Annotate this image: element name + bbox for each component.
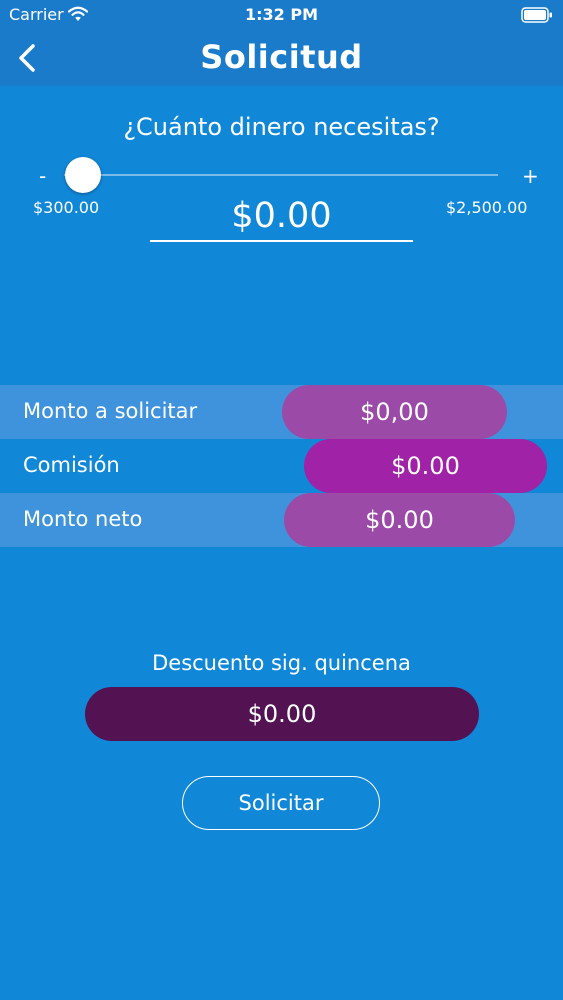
page-title: Solicitud xyxy=(200,38,363,76)
battery-icon xyxy=(521,7,553,27)
status-time: 1:32 PM xyxy=(244,5,318,24)
navigation-bar: Solicitud xyxy=(0,30,563,86)
status-bar: Carrier 1:32 PM xyxy=(0,0,563,30)
discount-pill: $0.00 xyxy=(85,687,479,741)
slider-plus-label: + xyxy=(522,164,539,188)
requested-amount-pill: $0,00 xyxy=(282,385,507,439)
slider-thumb[interactable] xyxy=(65,157,101,193)
submit-button[interactable]: Solicitar xyxy=(182,776,380,830)
slider-min-label: $300.00 xyxy=(33,198,100,217)
requested-amount-label: Monto a solicitar xyxy=(23,399,198,423)
net-amount-pill: $0.00 xyxy=(284,493,515,547)
commission-label: Comisión xyxy=(23,453,120,477)
slider-max-label: $2,500.00 xyxy=(446,198,528,217)
amount-question: ¿Cuánto dinero necesitas? xyxy=(123,113,440,141)
slider-track xyxy=(64,174,498,176)
amount-value[interactable]: $0.00 xyxy=(150,196,413,236)
discount-label: Descuento sig. quincena xyxy=(152,651,411,675)
commission-pill: $0.00 xyxy=(304,439,547,493)
slider-minus-label: - xyxy=(39,164,47,188)
amount-underline xyxy=(150,240,413,242)
net-amount-label: Monto neto xyxy=(23,507,143,531)
amount-slider[interactable] xyxy=(64,157,498,193)
